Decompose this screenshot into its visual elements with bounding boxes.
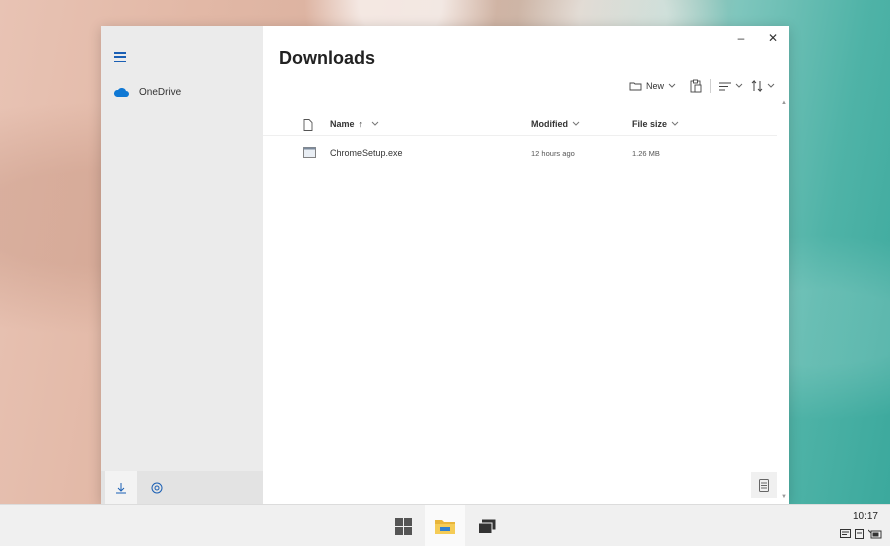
chevron-down-icon — [572, 121, 580, 126]
settings-button[interactable] — [141, 471, 173, 504]
page-title: Downloads — [279, 48, 376, 68]
clock[interactable]: 10:17 — [853, 511, 878, 522]
new-button[interactable]: New — [629, 81, 676, 91]
settings-icon — [151, 482, 163, 493]
chevron-down-icon — [668, 83, 676, 88]
battery-icon[interactable] — [868, 529, 882, 539]
task-view-button[interactable] — [467, 505, 507, 546]
column-header-file-size[interactable]: File size — [632, 119, 679, 129]
main-pane: – ✕ Downloads New Name ↑ Modified File s… — [263, 26, 789, 504]
chevron-down-icon — [767, 83, 775, 88]
table-header: Name ↑ Modified File size — [263, 114, 777, 136]
file-modified: 12 hours ago — [531, 149, 575, 158]
start-button[interactable] — [383, 505, 423, 546]
column-header-modified[interactable]: Modified — [531, 119, 580, 129]
sort-ascending-icon: ↑ — [358, 119, 364, 129]
column-label: Name — [330, 119, 355, 129]
download-icon — [116, 482, 126, 493]
file-explorer-window: OneDrive – ✕ Downloads New Name ↑ Modifi… — [101, 26, 789, 504]
minimize-button[interactable]: – — [729, 30, 753, 46]
sidebar-footer — [101, 471, 263, 504]
new-button-label: New — [645, 81, 664, 91]
storage-icon — [759, 478, 769, 492]
file-explorer-icon — [435, 520, 455, 534]
scroll-down-arrow-icon[interactable]: ▼ — [781, 494, 787, 500]
hamburger-menu-icon[interactable] — [114, 52, 126, 62]
column-label: File size — [632, 119, 668, 129]
downloads-button[interactable] — [105, 471, 137, 504]
close-button[interactable]: ✕ — [761, 30, 785, 46]
storage-button[interactable] — [751, 472, 777, 498]
sidebar: OneDrive — [101, 26, 263, 504]
chevron-down-icon — [735, 83, 743, 88]
sidebar-item-onedrive[interactable]: OneDrive — [113, 82, 181, 102]
cloud-icon — [113, 87, 129, 97]
chevron-down-icon — [671, 121, 679, 126]
windows-start-icon — [394, 517, 412, 535]
scroll-up-arrow-icon[interactable]: ▲ — [781, 100, 787, 106]
view-button[interactable] — [719, 82, 743, 91]
paste-button[interactable] — [690, 79, 702, 93]
notifications-icon[interactable] — [840, 529, 851, 539]
paste-icon — [690, 79, 702, 93]
new-folder-icon — [629, 82, 642, 91]
table-row[interactable]: ChromeSetup.exe 12 hours ago 1.26 MB — [263, 144, 777, 164]
task-view-icon — [478, 519, 496, 534]
taskbar: 10:17 — [0, 504, 890, 546]
toolbar: New — [629, 76, 775, 96]
file-size: 1.26 MB — [632, 149, 660, 158]
column-label: Modified — [531, 119, 568, 129]
sort-button[interactable] — [751, 80, 775, 92]
device-icon[interactable] — [855, 529, 864, 539]
exe-file-icon — [303, 147, 316, 160]
list-view-icon — [719, 82, 731, 90]
system-tray — [840, 529, 882, 539]
file-icon — [303, 119, 313, 131]
vertical-scrollbar[interactable]: ▲ ▼ — [781, 100, 787, 500]
chevron-down-icon — [371, 121, 379, 126]
sidebar-item-label: OneDrive — [139, 86, 182, 98]
toolbar-divider — [710, 79, 711, 93]
sort-icon — [751, 80, 763, 92]
file-name: ChromeSetup.exe — [330, 148, 403, 158]
column-header-name[interactable]: Name ↑ — [330, 119, 379, 129]
file-explorer-taskbar-button[interactable] — [425, 505, 465, 546]
select-all-column[interactable] — [303, 119, 313, 131]
